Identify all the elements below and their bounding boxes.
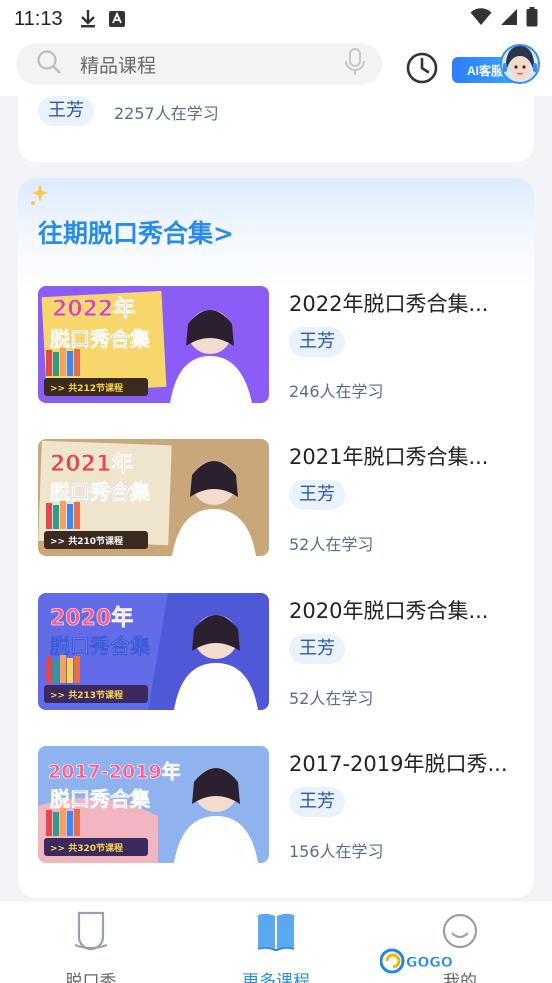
ai-service-button[interactable]: AI客服 bbox=[450, 40, 542, 90]
history-clock-icon[interactable] bbox=[404, 50, 440, 86]
thumb-year: 2020年 bbox=[50, 605, 133, 631]
thumb-year: 2017-2019年 bbox=[48, 760, 181, 783]
thumb-subtitle: 脱口秀合集 bbox=[50, 634, 151, 658]
thumb-subtitle: 脱口秀合集 bbox=[50, 480, 151, 504]
course-title[interactable]: 2017-2019年脱口秀... bbox=[289, 748, 515, 778]
site-watermark-logo: GOGO手游网 bbox=[379, 946, 495, 976]
teacher-tag[interactable]: 王芳 bbox=[289, 327, 345, 357]
nav-label: 更多课程 bbox=[242, 972, 310, 983]
search-header: 精品课程 AI客服 bbox=[0, 38, 552, 96]
search-input[interactable]: 精品课程 bbox=[16, 43, 382, 85]
nav-item-more-courses[interactable]: 更多课程 bbox=[226, 911, 326, 983]
thumb-year: 2021年 bbox=[50, 451, 133, 477]
download-icon bbox=[79, 9, 97, 29]
course-title[interactable]: 2022年脱口秀合集... bbox=[289, 288, 515, 318]
status-time: 11:13 bbox=[14, 7, 63, 30]
thumb-count: >> 共213节课程 bbox=[50, 689, 123, 701]
thumb-count: >> 共210节课程 bbox=[50, 535, 123, 547]
teacher-tag[interactable]: 王芳 bbox=[289, 634, 345, 664]
battery-icon bbox=[526, 7, 538, 31]
thumb-count: >> 共212节课程 bbox=[50, 382, 123, 394]
collection-title[interactable]: 往期脱口秀合集> bbox=[38, 214, 234, 250]
app-notification-icon bbox=[108, 11, 125, 27]
learners-count: 2257人在学习 bbox=[114, 104, 219, 123]
status-bar: 11:13 bbox=[0, 0, 552, 38]
course-thumbnail[interactable]: 2017-2019年 脱口秀合集 >> 共320节课程 bbox=[38, 746, 269, 863]
book-icon bbox=[256, 911, 296, 953]
learners-count: 156人在学习 bbox=[289, 842, 384, 861]
course-title[interactable]: 2021年脱口秀合集... bbox=[289, 441, 515, 471]
nav-item-talkshow[interactable]: 脱口秀 bbox=[41, 911, 141, 983]
signal-icon bbox=[500, 8, 518, 30]
thumb-year: 2022年 bbox=[52, 296, 135, 322]
microphone-icon[interactable] bbox=[344, 48, 366, 80]
talkshow-icon bbox=[71, 911, 111, 953]
teacher-tag[interactable]: 王芳 bbox=[289, 787, 345, 817]
thumb-count: >> 共320节课程 bbox=[50, 842, 123, 854]
course-item[interactable]: 2017-2019年 脱口秀合集 >> 共320节课程 2017-2019年脱口… bbox=[38, 746, 516, 864]
nav-label: 脱口秀 bbox=[65, 972, 117, 983]
course-thumbnail[interactable]: 2020年 脱口秀合集 >> 共213节课程 bbox=[38, 593, 269, 710]
course-title[interactable]: 2020年脱口秀合集... bbox=[289, 595, 515, 625]
watermark-text: GOGO手游网 bbox=[406, 954, 488, 971]
learners-count: 52人在学习 bbox=[289, 535, 374, 554]
search-placeholder: 精品课程 bbox=[80, 54, 157, 77]
course-thumbnail[interactable]: 2022年 脱口秀合集 >> 共212节课程 bbox=[38, 286, 269, 403]
thumb-subtitle: 脱口秀合集 bbox=[50, 787, 151, 811]
search-icon bbox=[36, 49, 62, 79]
sparkle-icon bbox=[30, 184, 48, 210]
teacher-tag[interactable]: 王芳 bbox=[289, 480, 345, 510]
learners-count: 246人在学习 bbox=[289, 382, 384, 401]
thumb-subtitle: 脱口秀合集 bbox=[50, 327, 151, 351]
learners-count: 52人在学习 bbox=[289, 689, 374, 708]
course-item[interactable]: 2021年 脱口秀合集 >> 共210节课程 2021年脱口秀合集... 王芳 … bbox=[38, 439, 516, 557]
course-item[interactable]: 2022年 脱口秀合集 >> 共212节课程 2022年脱口秀合集... 王芳 … bbox=[38, 286, 516, 404]
wifi-icon bbox=[470, 8, 492, 30]
past-talkshow-collection: 往期脱口秀合集> 2022年 脱口秀合集 >> 共212节课程 2022年脱口秀… bbox=[18, 178, 534, 898]
teacher-tag[interactable]: 王芳 bbox=[38, 96, 94, 126]
ai-avatar-icon bbox=[500, 42, 540, 86]
course-item[interactable]: 2020年 脱口秀合集 >> 共213节课程 2020年脱口秀合集... 王芳 … bbox=[38, 593, 516, 711]
course-thumbnail[interactable]: 2021年 脱口秀合集 >> 共210节课程 bbox=[38, 439, 269, 556]
previous-course-card[interactable]: 王芳 2257人在学习 bbox=[18, 96, 534, 162]
